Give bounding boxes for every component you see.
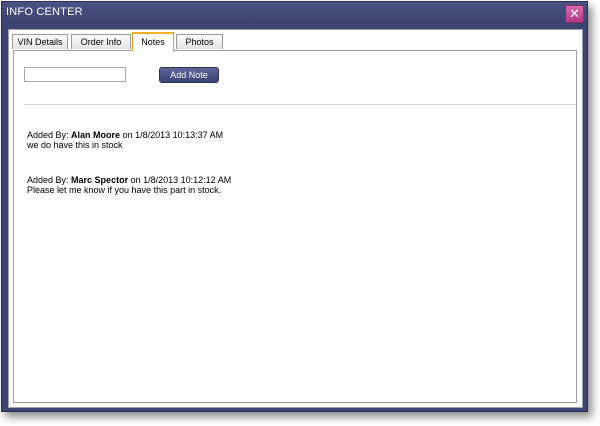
close-icon: ✕: [569, 6, 580, 21]
add-note-button[interactable]: Add Note: [159, 67, 219, 83]
note-on-label: on: [130, 175, 141, 185]
note-on-label: on: [122, 130, 133, 140]
title-bar[interactable]: INFO CENTER ✕: [2, 2, 587, 24]
divider: [24, 104, 576, 105]
tab-notes[interactable]: Notes: [132, 32, 174, 51]
notes-panel: Add Note Added By: Alan Moore on 1/8/201…: [13, 50, 577, 403]
note-timestamp: 1/8/2013 10:13:37 AM: [135, 130, 224, 140]
note-input[interactable]: [24, 67, 126, 82]
tab-vin-details[interactable]: VIN Details: [12, 34, 68, 49]
note-item: Added By: Alan Moore on 1/8/2013 10:13:3…: [27, 130, 223, 150]
note-author: Marc Spector: [71, 175, 129, 185]
tab-order-info[interactable]: Order Info: [71, 34, 131, 49]
note-prefix: Added By:: [27, 130, 69, 140]
note-header: Added By: Marc Spector on 1/8/2013 10:12…: [27, 175, 231, 185]
window-content: VIN Details Order Info Notes Photos Add …: [8, 29, 583, 408]
note-text: Please let me know if you have this part…: [27, 185, 222, 195]
note-prefix: Added By:: [27, 175, 69, 185]
tab-photos[interactable]: Photos: [176, 34, 223, 49]
note-header: Added By: Alan Moore on 1/8/2013 10:13:3…: [27, 130, 223, 140]
note-author: Alan Moore: [71, 130, 121, 140]
info-center-window: INFO CENTER ✕ VIN Details Order Info Not…: [1, 1, 588, 412]
note-text: we do have this in stock: [27, 140, 123, 150]
close-button[interactable]: ✕: [565, 5, 584, 23]
note-item: Added By: Marc Spector on 1/8/2013 10:12…: [27, 175, 231, 195]
note-timestamp: 1/8/2013 10:12:12 AM: [143, 175, 232, 185]
window-title: INFO CENTER: [6, 6, 83, 18]
